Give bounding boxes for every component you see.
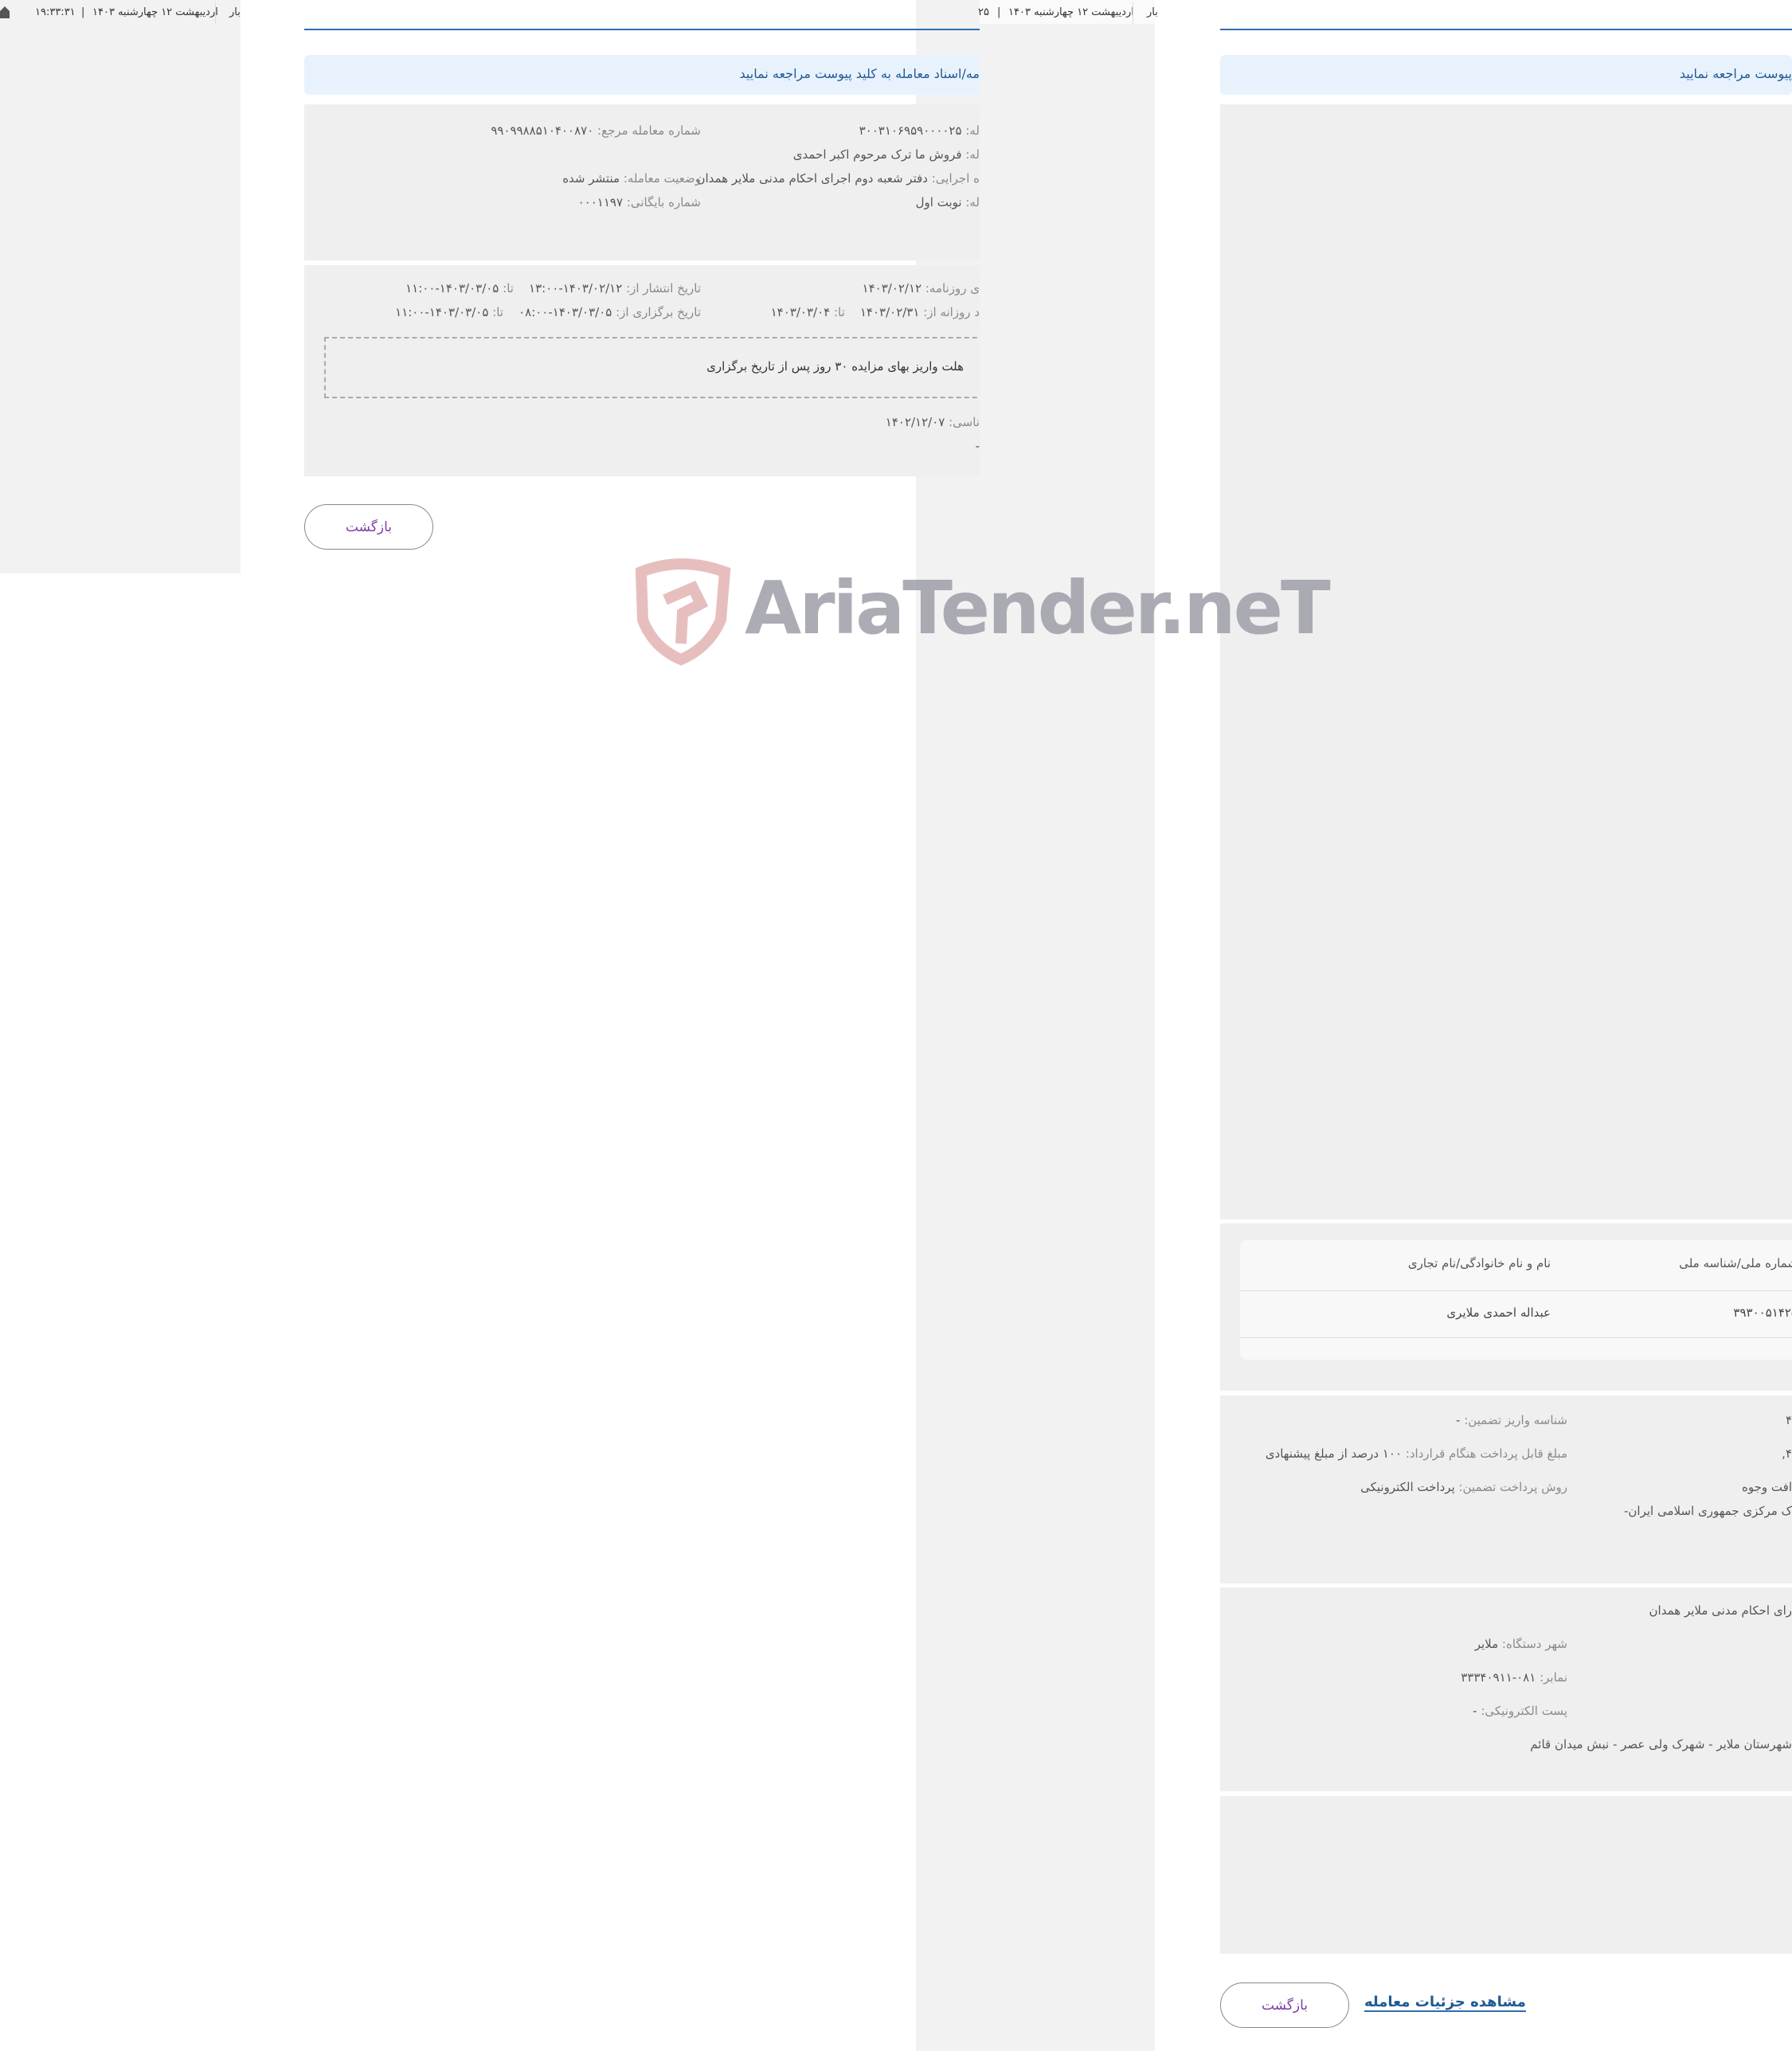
left-topbar-date: اردیبهشت ۱۲ چهارشنبه ۱۴۰۳ (92, 6, 218, 18)
page1-dates-panel: ی روزنامه: ۱۴۰۳/۰۲/۱۲ تاریخ انتشار از: ۱… (304, 265, 1001, 476)
page2-payment-panel: ۴ شناسه واریز تضمین: - ۴, مبلغ قابل پردا… (1220, 1395, 1792, 1583)
page2-back-button[interactable]: بازگشت (1220, 1983, 1349, 2028)
payment-frag-2: ۴, (1782, 1446, 1792, 1461)
left-topbar-divider (215, 2, 216, 24)
executor-field: ه اجرایی: دفتر شعبه دوم اجرای احکام مدنی… (696, 171, 980, 186)
page2-bottom-panel (1220, 1796, 1792, 1954)
expert-date-field: ناسی: ۱۴۰۲/۱۲/۰۷ (885, 415, 980, 429)
page2-notice-text: پیوست مراجعه نمایید (1679, 66, 1792, 81)
table-header-national-id: شماره ملی/شناسه ملی (1679, 1256, 1792, 1270)
table-cell-name: عبداله احمدی ملایری (1446, 1305, 1551, 1320)
table-cell-national-id: ۳۹۳۰۰۵۱۴۲۵ (1733, 1305, 1792, 1320)
home-icon[interactable] (0, 5, 10, 19)
hold-date-field: تاریخ برگزاری از: ۱۴۰۳/۰۳/۰۵-۰۸:۰۰ تا: ۱… (395, 305, 701, 319)
payment-frag-1: ۴ (1785, 1413, 1792, 1427)
mid-topbar-tail: بار (1147, 6, 1158, 18)
org-address: شهرستان ملایر - شهرک ولی عصر - نبش میدان… (1530, 1737, 1792, 1752)
mid-sidebar-cover (980, 24, 1155, 2051)
page2-org-panel: رای احکام مدنی ملایر همدان شهر دستگاه: م… (1220, 1587, 1792, 1791)
watermark-text: AriaTender.neT (745, 566, 1331, 651)
page1-notice: مه/اسناد معامله به کلید پیوست مراجعه نما… (304, 55, 980, 95)
page1-header-rule (304, 29, 981, 30)
ref-number-field: شماره معامله مرجع: ۹۹۰۹۹۸۸۵۱۰۴۰۰۸۷۰ (491, 123, 701, 138)
table-header-name: نام و نام خانوادگی/نام تجاری (1407, 1256, 1551, 1270)
watermark-logo-icon (633, 556, 741, 667)
left-sidebar-bg (0, 0, 241, 573)
mid-topbar-sep: | (997, 6, 1001, 18)
guarantee-method-field: روش پرداخت تضمین: پرداخت الکترونیکی (1360, 1480, 1567, 1494)
subject-field: له: فروش ما ترک مرحوم اکبر احمدی (792, 147, 980, 162)
guarantee-id-field: شناسه واریز تضمین: - (1456, 1413, 1567, 1427)
page1-notice-text: مه/اسناد معامله به کلید پیوست مراجعه نما… (739, 66, 980, 81)
publish-date-field: تاریخ انتشار از: ۱۴۰۳/۰۲/۱۲-۱۳:۰۰ تا: ۱۴… (405, 281, 701, 296)
bidders-table: شماره ملی/شناسه ملی نام و نام خانوادگی/ن… (1240, 1240, 1792, 1360)
payment-deadline-note: هلت واریز بهای مزایده ۳۰ روز پس از تاریخ… (324, 337, 1001, 398)
left-topbar-tail: بار (229, 6, 241, 18)
newspaper-date-field: ی روزنامه: ۱۴۰۳/۰۲/۱۲ (862, 281, 980, 296)
left-topbar-sep: | (81, 6, 85, 18)
round-field: له: نوبت اول (915, 195, 980, 209)
visit-date-field: د روزانه از: ۱۴۰۳/۰۲/۳۱ تا: ۱۴۰۳/۰۳/۰۴ (770, 305, 980, 319)
archive-field: شماره بایگانی: ۰۰۰۱۱۹۷ (577, 195, 701, 209)
page2-large-panel (1220, 104, 1792, 1219)
page2-table-panel: شماره ملی/شناسه ملی نام و نام خانوادگی/ن… (1220, 1223, 1792, 1391)
deal-number-field: له: ۳۰۰۳۱۰۶۹۵۹۰۰۰۰۲۵ (859, 123, 980, 138)
left-topbar-time: ۱۹:۳۳:۳۱ (35, 6, 76, 18)
table-header-divider (1240, 1290, 1792, 1291)
status-field: وضعیت معامله: منتشر شده (562, 171, 701, 186)
table-row-divider (1240, 1337, 1792, 1338)
contract-payment-field: مبلغ قابل پرداخت هنگام قرارداد: ۱۰۰ درصد… (1265, 1446, 1567, 1461)
page1-back-button[interactable]: بازگشت (304, 504, 433, 550)
mid-topbar-num: ۲۵ (978, 6, 989, 18)
page2-notice: پیوست مراجعه نمایید (1220, 55, 1792, 95)
page2-header-rule (1220, 29, 1792, 30)
payment-frag-3: افت وجوه (1742, 1480, 1792, 1494)
view-deal-details-link[interactable]: مشاهده جزئیات معامله (1364, 1994, 1526, 2012)
mid-topbar-date: اردیبهشت ۱۲ چهارشنبه ۱۴۰۳ (1008, 6, 1134, 18)
page1-info-panel: له: ۳۰۰۳۱۰۶۹۵۹۰۰۰۰۲۵ شماره معامله مرجع: … (304, 104, 980, 260)
payment-frag-4: ک مرکزی جمهوری اسلامی ایران- (1624, 1504, 1792, 1518)
org-title: رای احکام مدنی ملایر همدان (1649, 1603, 1792, 1618)
org-email-field: پست الکترونیکی: - (1473, 1704, 1567, 1718)
org-city-field: شهر دستگاه: ملایر (1474, 1637, 1567, 1651)
org-fax-field: نمابر: ۰۸۱-۳۳۳۴۰۹۱۱ (1461, 1670, 1567, 1685)
